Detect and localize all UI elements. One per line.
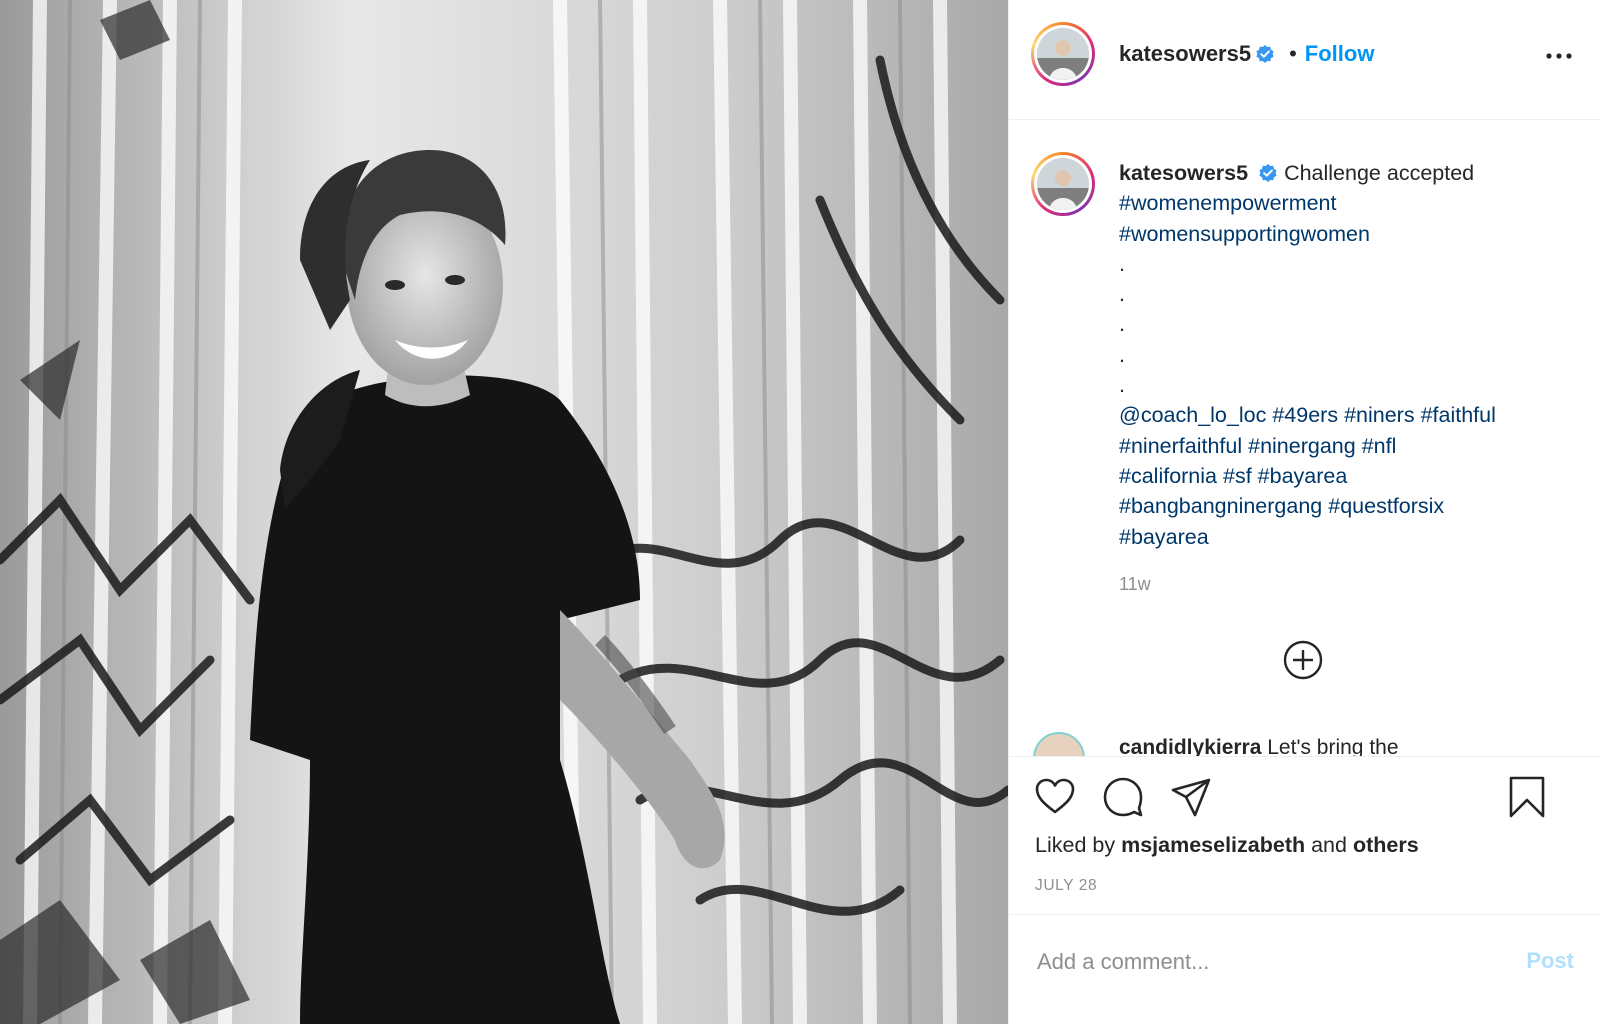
author-avatar[interactable]: [1031, 22, 1095, 86]
comment-icon[interactable]: [1101, 775, 1145, 819]
hashtag-link[interactable]: #niners: [1344, 403, 1415, 427]
verified-badge-icon: [1256, 45, 1274, 63]
likes-summary: Liked by msjameselizabeth and others: [1035, 833, 1419, 858]
caption-dot: .: [1119, 282, 1125, 307]
caption-dot: .: [1119, 373, 1125, 398]
caption-dot: .: [1119, 342, 1125, 367]
caption-dots: . . . . .: [1119, 249, 1569, 400]
hashtag-link[interactable]: #49ers: [1272, 403, 1338, 427]
hashtag-link[interactable]: #sf: [1223, 464, 1252, 488]
caption-text: Challenge accepted: [1284, 161, 1475, 185]
hashtag-link[interactable]: #bayarea: [1119, 525, 1209, 549]
author-avatar-image: [1037, 28, 1089, 80]
follow-button[interactable]: Follow: [1305, 41, 1375, 67]
hashtag-link[interactable]: #bayarea: [1258, 464, 1348, 488]
comment-item: candidlykierra Let's bring the: [1031, 732, 1591, 756]
hashtag-link[interactable]: #california: [1119, 464, 1217, 488]
hashtag-link[interactable]: #ninerfaithful: [1119, 434, 1242, 458]
bookmark-icon[interactable]: [1505, 775, 1549, 819]
post-image: [0, 0, 1008, 1024]
load-more-comments-icon[interactable]: [1283, 640, 1323, 680]
comment-text: Let's bring the: [1267, 736, 1399, 756]
add-comment-bar: Post: [1009, 914, 1600, 1024]
commenter-username[interactable]: candidlykierra: [1119, 736, 1261, 756]
share-icon[interactable]: [1169, 775, 1213, 819]
post-date[interactable]: JULY 28: [1035, 877, 1097, 895]
header-separator: •: [1289, 41, 1297, 66]
post-actions: Liked by msjameselizabeth and others JUL…: [1009, 756, 1600, 914]
header-username[interactable]: katesowers5: [1119, 41, 1251, 67]
comment-text-row: candidlykierra Let's bring the: [1119, 736, 1399, 756]
mention-link[interactable]: @coach_lo_loc: [1119, 403, 1266, 427]
more-options-icon[interactable]: [1544, 44, 1574, 68]
likes-others-link[interactable]: others: [1353, 833, 1419, 857]
post-photo[interactable]: [0, 0, 1008, 1024]
header-name-row: katesowers5 • Follow: [1119, 41, 1374, 67]
likes-prefix: Liked by: [1035, 833, 1116, 857]
caption-timestamp[interactable]: 11w: [1119, 574, 1151, 595]
hashtag-link[interactable]: #bangbangninergang: [1119, 494, 1322, 518]
heart-icon[interactable]: [1033, 775, 1077, 819]
comment-input[interactable]: [1035, 943, 1479, 981]
caption-verified-badge-icon: [1259, 164, 1277, 182]
hashtag-link[interactable]: #faithful: [1421, 403, 1496, 427]
hashtag-link[interactable]: #ninergang: [1248, 434, 1356, 458]
caption-username[interactable]: katesowers5: [1119, 161, 1248, 185]
post-comment-button[interactable]: Post: [1526, 948, 1574, 974]
hashtag-link[interactable]: #womensupportingwomen: [1119, 222, 1370, 246]
post-header: katesowers5 • Follow: [1009, 0, 1600, 120]
liker-username[interactable]: msjameselizabeth: [1121, 833, 1305, 857]
comments-section[interactable]: katesowers5 Challenge accepted #womenemp…: [1009, 120, 1600, 756]
post-side-panel: katesowers5 • Follow katesowers5 Challen…: [1008, 0, 1600, 1024]
post-caption: katesowers5 Challenge accepted #womenemp…: [1119, 158, 1569, 552]
hashtag-link[interactable]: #nfl: [1362, 434, 1397, 458]
caption-author-avatar[interactable]: [1031, 152, 1095, 216]
caption-dot: .: [1119, 312, 1125, 337]
likes-connector: and: [1311, 833, 1347, 857]
hashtag-link[interactable]: #questforsix: [1328, 494, 1444, 518]
commenter-avatar[interactable]: [1033, 732, 1085, 756]
hashtag-link[interactable]: #womenempowerment: [1119, 191, 1337, 215]
caption-avatar-image: [1037, 158, 1089, 210]
caption-dot: .: [1119, 251, 1125, 276]
